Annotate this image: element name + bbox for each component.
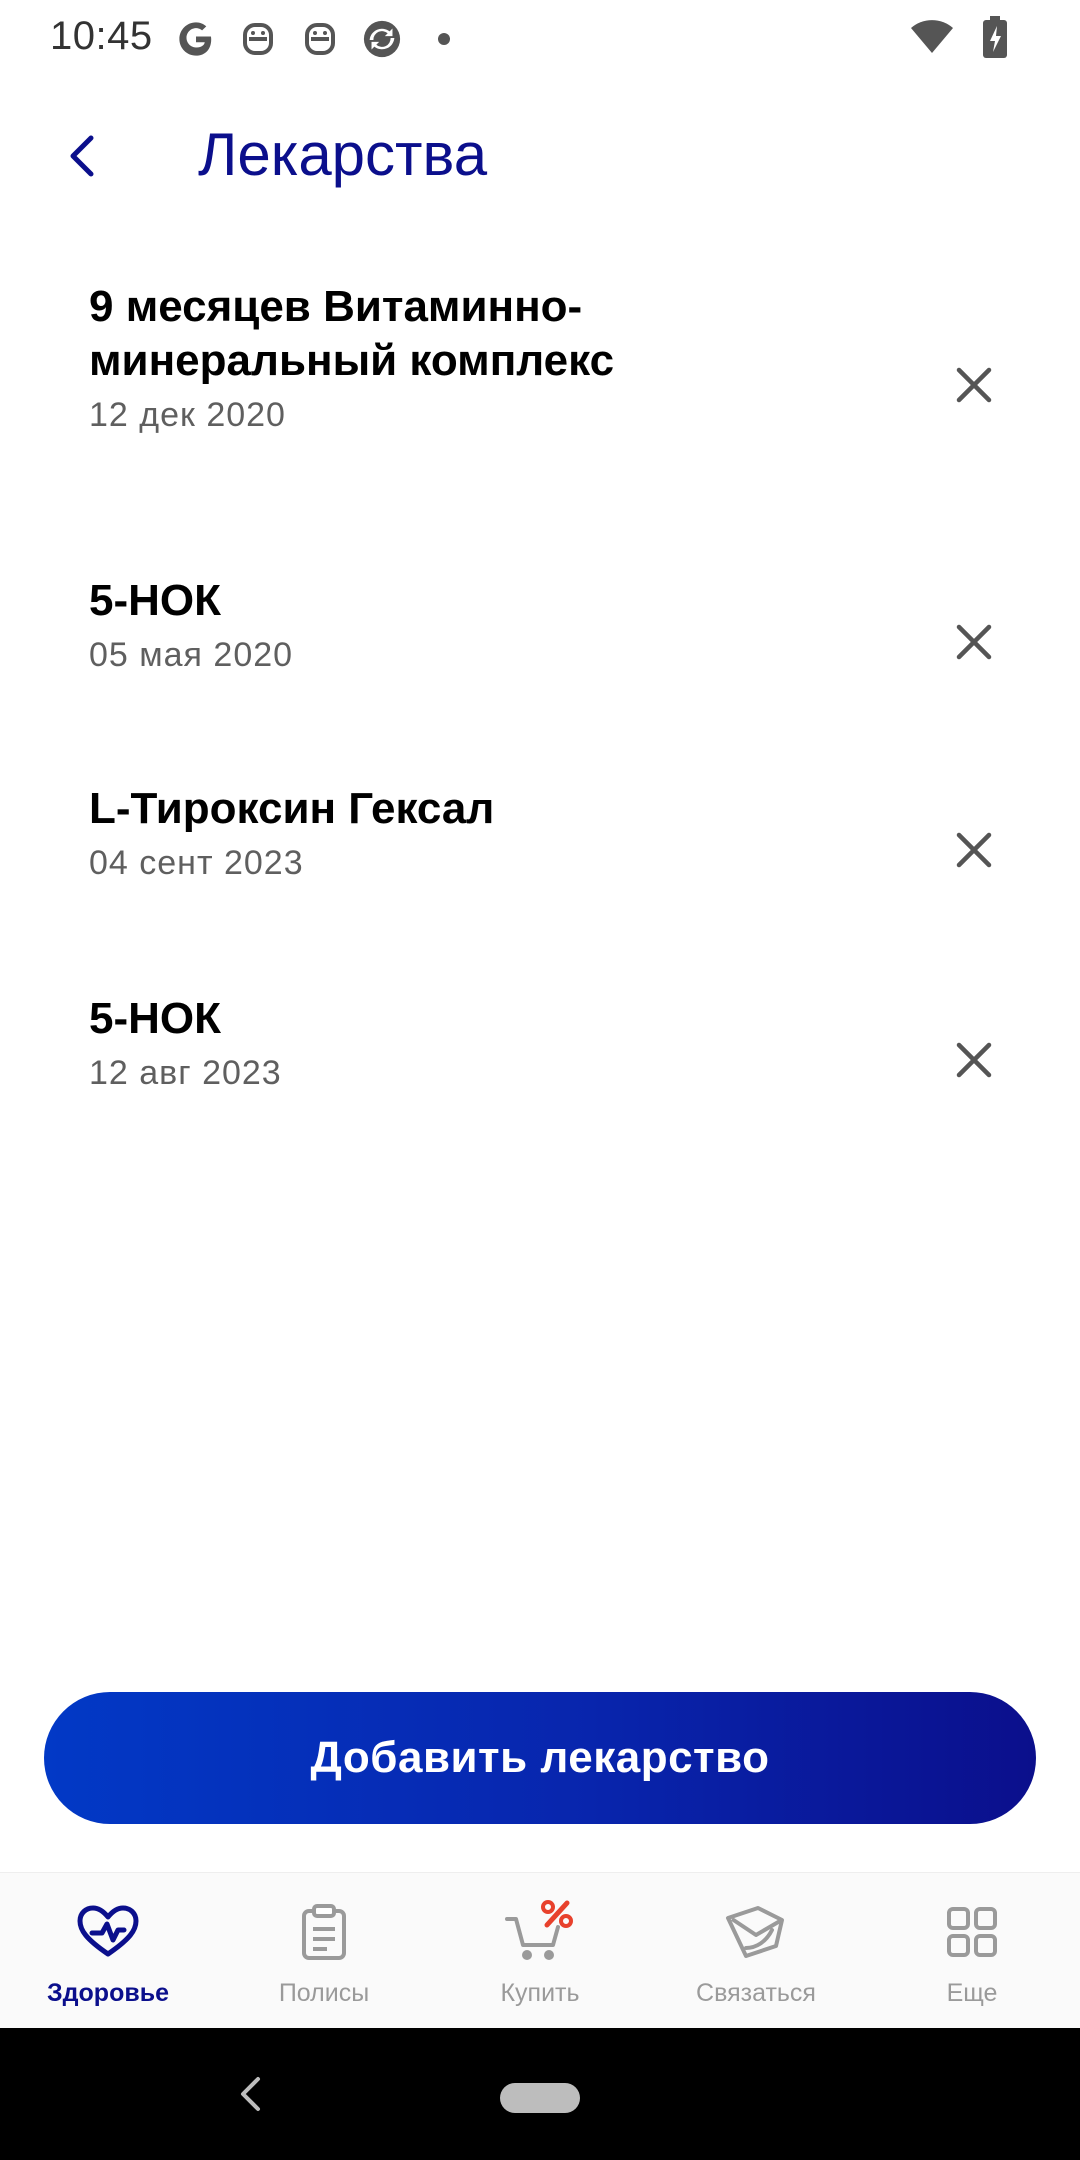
remove-medication-button[interactable]: [944, 612, 1004, 672]
grid-icon: [937, 1897, 1007, 1967]
nav-item-contact[interactable]: Связаться: [648, 1873, 864, 2028]
medication-date: 12 авг 2023: [89, 1054, 282, 1092]
close-icon: [956, 1042, 992, 1078]
robot-icon: [238, 19, 278, 59]
medication-item[interactable]: 5-НОК 05 мая 2020: [0, 554, 1080, 762]
cart-percent-icon: [505, 1897, 575, 1967]
status-bar: 10:45: [0, 0, 1080, 78]
nav-label: Еще: [946, 1979, 998, 2007]
remove-medication-button[interactable]: [944, 820, 1004, 880]
medication-name: L-Тироксин Гексал: [89, 784, 495, 833]
google-icon: [176, 19, 216, 59]
nav-item-health[interactable]: Здоровье: [0, 1873, 216, 2028]
app-header: Лекарства: [0, 100, 1080, 220]
chevron-left-icon: [241, 2077, 260, 2111]
nav-item-more[interactable]: Еще: [864, 1873, 1080, 2028]
heart-pulse-icon: [73, 1897, 143, 1967]
bottom-nav: Здоровье Полисы Купить Связаться Еще: [0, 1872, 1080, 2028]
robot-icon: [300, 19, 340, 59]
system-home-pill[interactable]: [500, 2083, 580, 2113]
nav-label: Здоровье: [47, 1979, 169, 2007]
medication-item[interactable]: 5-НОК 12 авг 2023: [0, 972, 1080, 1180]
medication-list: 9 месяцев Витаминно-минеральный комплекс…: [0, 270, 1080, 1180]
medication-date: 04 сент 2023: [89, 844, 304, 882]
page-title: Лекарства: [198, 121, 488, 188]
medication-name: 5-НОК: [89, 994, 221, 1043]
medication-item[interactable]: L-Тироксин Гексал 04 сент 2023: [0, 762, 1080, 972]
medication-name: 5-НОК: [89, 576, 221, 625]
nav-label: Купить: [500, 1979, 580, 2007]
clipboard-icon: [289, 1897, 359, 1967]
nav-label: Связаться: [696, 1979, 816, 2007]
battery-charging-icon: [982, 15, 1008, 63]
nav-item-buy[interactable]: Купить: [432, 1873, 648, 2028]
close-icon: [956, 832, 992, 868]
nav-label: Полисы: [278, 1979, 370, 2007]
dot-icon: [424, 19, 464, 59]
wifi-icon: [910, 19, 954, 60]
sync-app-icon: [362, 19, 402, 59]
system-nav-bar: [0, 2028, 1080, 2160]
close-icon: [956, 367, 992, 403]
medication-name: 9 месяцев Витаминно-минеральный комплекс: [89, 282, 615, 385]
medication-date: 05 мая 2020: [89, 636, 294, 674]
nav-item-policies[interactable]: Полисы: [216, 1873, 432, 2028]
medication-item[interactable]: 9 месяцев Витаминно-минеральный комплекс…: [0, 270, 1080, 554]
phone-mail-icon: [721, 1897, 791, 1967]
close-icon: [956, 624, 992, 660]
add-medication-label: Добавить лекарство: [310, 1733, 770, 1782]
remove-medication-button[interactable]: [944, 355, 1004, 415]
chevron-left-icon: [70, 135, 94, 177]
back-button[interactable]: [52, 126, 112, 186]
remove-medication-button[interactable]: [944, 1030, 1004, 1090]
status-time: 10:45: [50, 14, 153, 58]
status-icons-left: [176, 16, 464, 62]
medication-date: 12 дек 2020: [89, 396, 286, 434]
system-back-button[interactable]: [220, 2064, 280, 2124]
add-medication-button[interactable]: Добавить лекарство: [44, 1692, 1036, 1824]
status-icons-right: [910, 15, 1008, 63]
